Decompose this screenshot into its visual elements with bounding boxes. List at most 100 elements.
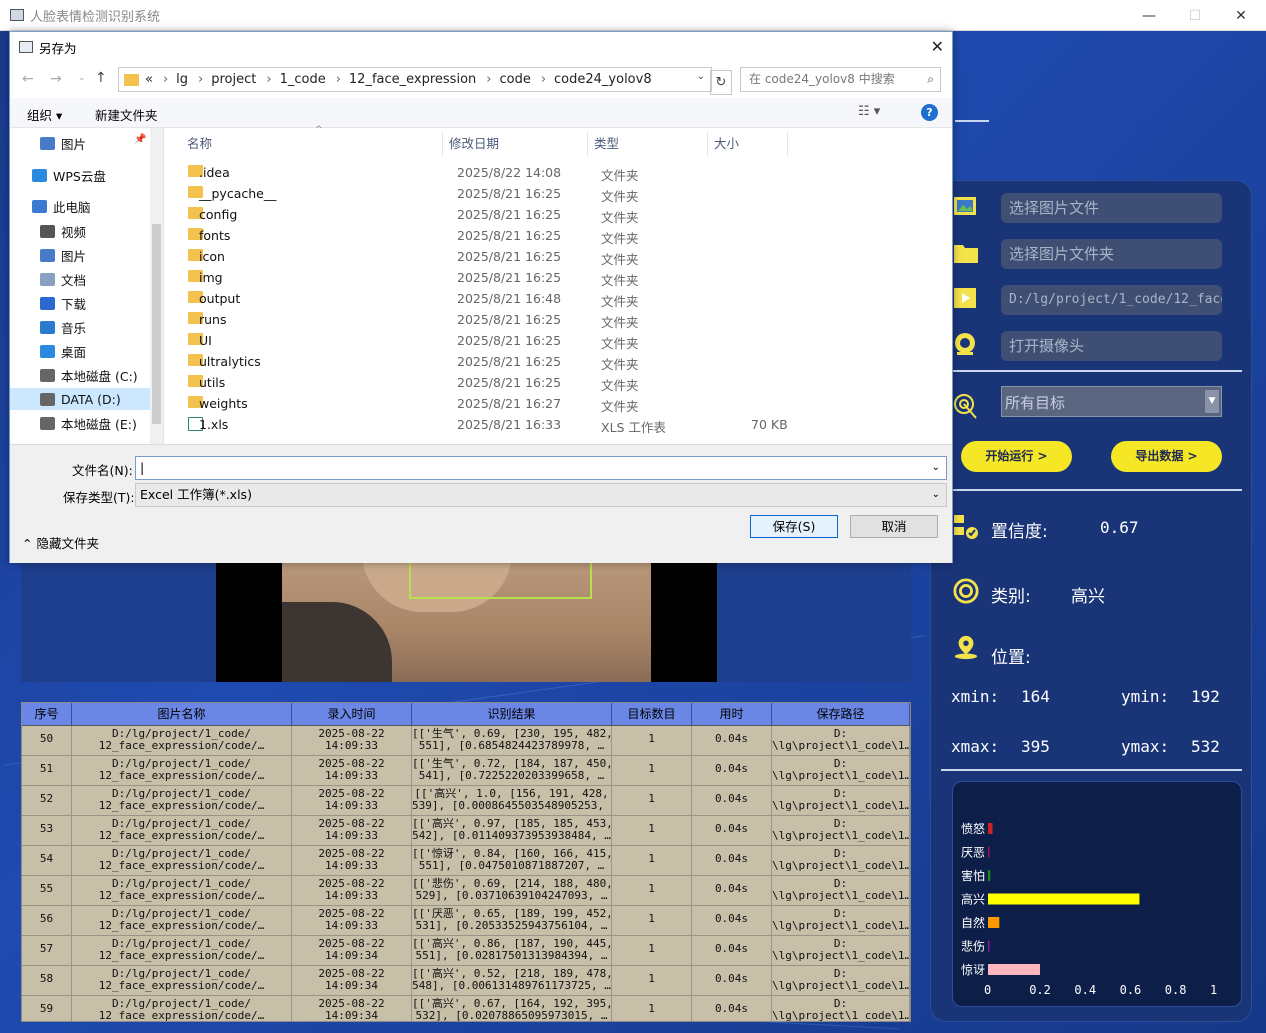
breadcrumb-item[interactable]: code (499, 72, 530, 87)
video-path-field[interactable]: D:/lg/project/1_code/12_face_expression (1001, 285, 1222, 315)
breadcrumb-item[interactable]: code24_yolov8 (554, 72, 652, 87)
nav-item[interactable]: 本地磁盘 (C:) (40, 364, 138, 386)
table-cell: 2025-08-22 14:09:33 (292, 726, 412, 755)
table-cell: 0.04s (692, 846, 772, 875)
chevron-down-icon[interactable]: ⌄ (932, 484, 940, 506)
up-icon[interactable]: ↑ (95, 70, 107, 86)
table-cell: 1 (612, 876, 692, 905)
chevron-down-icon[interactable]: ⌄ (697, 71, 705, 82)
view-options-icon[interactable]: ☷ ▾ (858, 104, 880, 119)
file-row[interactable]: 1.xls 2025/8/21 16:33 XLS 工作表 70 KB (185, 414, 925, 435)
file-row[interactable]: icon 2025/8/21 16:25 文件夹 (185, 246, 925, 267)
file-row[interactable]: runs 2025/8/21 16:25 文件夹 (185, 309, 925, 330)
file-row[interactable]: UI 2025/8/21 16:25 文件夹 (185, 330, 925, 351)
file-row[interactable]: img 2025/8/21 16:25 文件夹 (185, 267, 925, 288)
col-date[interactable]: 修改日期 (443, 132, 588, 156)
col-name[interactable]: 名称 (167, 132, 443, 156)
file-row[interactable]: __pycache__ 2025/8/21 16:25 文件夹 (185, 183, 925, 204)
col-header[interactable]: 图片名称 (72, 703, 292, 725)
table-cell: 1 (612, 816, 692, 845)
table-row[interactable]: 59 D:/lg/project/1_code/ 12_face_expressi… (22, 996, 910, 1021)
breadcrumb-item[interactable]: lg (176, 72, 188, 87)
col-header[interactable]: 录入时间 (292, 703, 412, 725)
file-row[interactable]: utils 2025/8/21 16:25 文件夹 (185, 372, 925, 393)
table-row[interactable]: 55 D:/lg/project/1_code/ 12_face_expressi… (22, 876, 910, 906)
cancel-button[interactable]: 取消 (850, 515, 938, 538)
nav-item[interactable]: 图片 (40, 244, 86, 266)
maximize-button[interactable]: ☐ (1172, 0, 1218, 31)
table-row[interactable]: 51 D:/lg/project/1_code/ 12_face_expressi… (22, 756, 910, 786)
organize-menu[interactable]: 组织 ▾ (27, 105, 62, 124)
chevron-down-icon[interactable]: ⌄ (932, 457, 940, 479)
file-row[interactable]: config 2025/8/21 16:25 文件夹 (185, 204, 925, 225)
breadcrumb-separator[interactable]: › (198, 72, 203, 87)
nav-item[interactable]: WPS云盘 (32, 164, 106, 186)
nav-item[interactable]: 图片 (40, 132, 86, 154)
nav-item[interactable]: 音乐 (40, 316, 86, 338)
table-row[interactable]: 58 D:/lg/project/1_code/ 12_face_expressi… (22, 966, 910, 996)
scrollbar-thumb[interactable] (152, 224, 161, 424)
nav-item[interactable]: 桌面 (40, 340, 86, 362)
nav-item[interactable]: 下载 (40, 292, 86, 314)
col-header[interactable]: 识别结果 (412, 703, 612, 725)
close-button[interactable]: ✕ (1218, 0, 1264, 31)
col-header[interactable]: 用时 (692, 703, 772, 725)
address-bar[interactable]: « › lg › project › 1_code › 12_face_expression › c… (118, 67, 712, 92)
nav-item[interactable]: 本地磁盘 (E:) (40, 412, 137, 434)
target-select[interactable]: 所有目标 ▼ (1001, 386, 1222, 417)
nav-item[interactable]: 此电脑 (32, 195, 91, 217)
start-button[interactable]: 开始运行 > (961, 441, 1072, 472)
refresh-icon[interactable]: ↻ (710, 70, 732, 95)
breadcrumb-separator[interactable]: › (266, 72, 271, 87)
file-row[interactable]: output 2025/8/21 16:48 文件夹 (185, 288, 925, 309)
back-icon[interactable]: ← (22, 71, 34, 87)
breadcrumb-separator[interactable]: › (163, 72, 168, 87)
breadcrumb-item[interactable]: « (145, 72, 153, 87)
file-row[interactable]: .idea 2025/8/22 14:08 文件夹 (185, 162, 925, 183)
hide-folders-toggle[interactable]: ⌃ 隐藏文件夹 (22, 533, 99, 552)
help-icon[interactable]: ? (921, 104, 938, 121)
close-icon[interactable]: ✕ (931, 37, 944, 56)
breadcrumb-item[interactable]: project (211, 72, 256, 87)
table-row[interactable]: 56 D:/lg/project/1_code/ 12_face_expressi… (22, 906, 910, 936)
breadcrumb-item[interactable]: 1_code (280, 72, 326, 87)
col-size[interactable]: 大小 (708, 132, 788, 156)
file-row[interactable]: ultralytics 2025/8/21 16:25 文件夹 (185, 351, 925, 372)
main-window: 人脸表情检测识别系统 — ☐ ✕ 选择图片文件 选择图片文件夹 D:/lg/pr… (0, 0, 1266, 1033)
breadcrumb-separator[interactable]: › (541, 72, 546, 87)
col-type[interactable]: 类型 (588, 132, 708, 156)
filetype-select[interactable]: Excel 工作簿(*.xls) ⌄ (135, 483, 947, 507)
select-image-button[interactable]: 选择图片文件 (1001, 193, 1222, 223)
table-row[interactable]: 50 D:/lg/project/1_code/ 12_face_expressi… (22, 726, 910, 756)
filename-input[interactable]: | ⌄ (135, 456, 947, 480)
save-button[interactable]: 保存(S) (750, 515, 838, 538)
export-data-button[interactable]: 导出数据 > (1111, 441, 1222, 472)
pin-icon[interactable]: 📌 (134, 134, 146, 145)
breadcrumb-separator[interactable]: › (336, 72, 341, 87)
table-row[interactable]: 54 D:/lg/project/1_code/ 12_face_expressi… (22, 846, 910, 876)
new-folder-button[interactable]: 新建文件夹 (95, 105, 158, 124)
table-row[interactable]: 57 D:/lg/project/1_code/ 12_face_expressi… (22, 936, 910, 966)
recent-dropdown-icon[interactable]: ⌄ (78, 73, 86, 83)
file-row[interactable]: fonts 2025/8/21 16:25 文件夹 (185, 225, 925, 246)
nav-item[interactable]: 文档 (40, 268, 86, 290)
breadcrumb-item[interactable]: 12_face_expression (349, 72, 476, 87)
open-camera-button[interactable]: 打开摄像头 (1001, 331, 1222, 361)
col-header[interactable]: 目标数目 (612, 703, 692, 725)
select-folder-button[interactable]: 选择图片文件夹 (1001, 239, 1222, 269)
nav-scrollbar[interactable] (150, 128, 163, 444)
search-input[interactable]: 在 code24_yolov8 中搜索 ⌕ (740, 67, 941, 92)
nav-item[interactable]: DATA (D:) (10, 388, 150, 410)
col-header[interactable]: 序号 (22, 703, 72, 725)
forward-icon[interactable]: → (50, 71, 62, 87)
ymin-label: ymin: (1121, 687, 1170, 706)
nav-item[interactable]: 视频 (40, 220, 86, 242)
file-row[interactable]: weights 2025/8/21 16:27 文件夹 (185, 393, 925, 414)
minimize-button[interactable]: — (1126, 0, 1172, 31)
breadcrumb-separator[interactable]: › (486, 72, 491, 87)
chart-tick-label: 0.8 (1165, 983, 1187, 997)
table-row[interactable]: 52 D:/lg/project/1_code/ 12_face_expressi… (22, 786, 910, 816)
col-header[interactable]: 保存路径 (772, 703, 910, 725)
results-table: 序号 图片名称 录入时间 识别结果 目标数目 用时 保存路径 50 D:/lg/p… (21, 702, 911, 1022)
table-row[interactable]: 53 D:/lg/project/1_code/ 12_face_expressi… (22, 816, 910, 846)
